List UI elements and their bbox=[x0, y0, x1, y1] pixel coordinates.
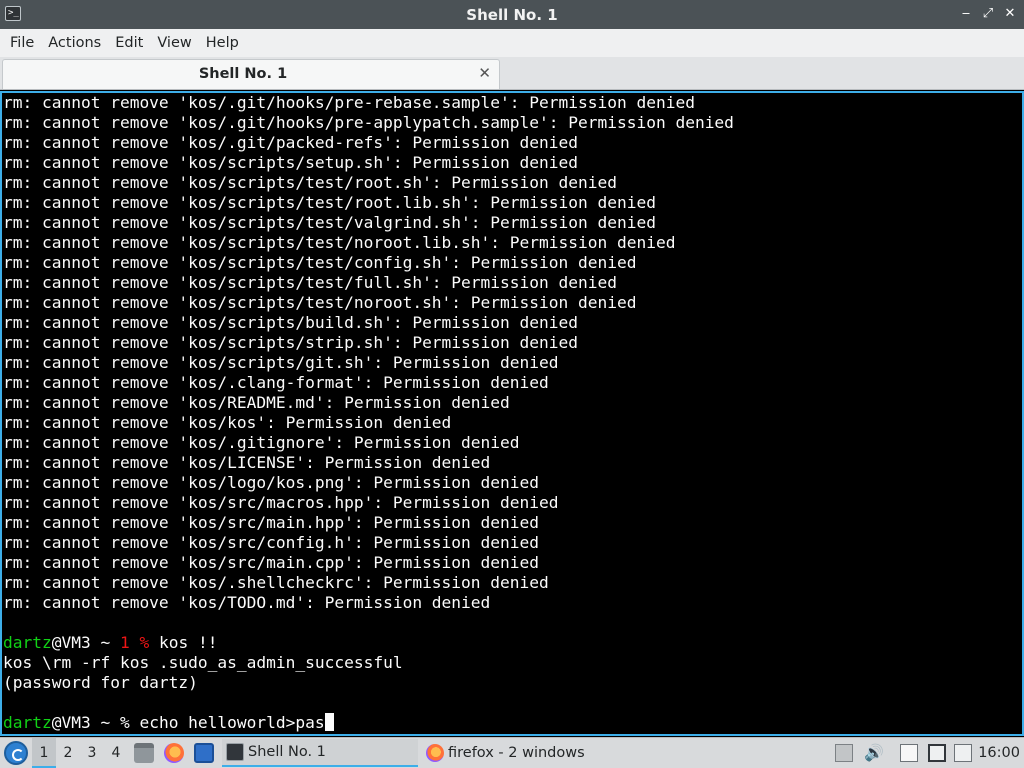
terminal-line: rm: cannot remove 'kos/src/main.cpp': Pe… bbox=[3, 553, 540, 572]
terminal-line: rm: cannot remove 'kos/scripts/test/noro… bbox=[3, 293, 637, 312]
terminal-icon bbox=[226, 743, 244, 761]
terminal-line: rm: cannot remove 'kos/.git/packed-refs'… bbox=[3, 133, 578, 152]
terminal-line: rm: cannot remove 'kos/scripts/test/conf… bbox=[3, 253, 637, 272]
terminal-line: rm: cannot remove 'kos/.git/hooks/pre-ap… bbox=[3, 113, 734, 132]
prompt-user: dartz bbox=[3, 713, 52, 732]
terminal-line: rm: cannot remove 'kos/.clang-format': P… bbox=[3, 373, 549, 392]
minimize-button[interactable]: ‒ bbox=[958, 4, 974, 24]
tab-bar: Shell No. 1 ✕ bbox=[0, 57, 1024, 90]
prompt-line-2[interactable]: dartz@VM3 ~ % echo helloworld>pas bbox=[2, 713, 1022, 733]
desktop-4-button[interactable]: 4 bbox=[104, 738, 128, 768]
terminal-line: rm: cannot remove 'kos/TODO.md': Permiss… bbox=[3, 593, 491, 612]
terminal-line: rm: cannot remove 'kos/LICENSE': Permiss… bbox=[3, 453, 491, 472]
prompt-status: 1 % bbox=[119, 633, 150, 652]
tab-label: Shell No. 1 bbox=[198, 66, 288, 82]
volume-icon[interactable]: 🔊 bbox=[864, 744, 884, 762]
task-shell-no-1[interactable]: Shell No. 1 bbox=[222, 739, 418, 767]
terminal-line: rm: cannot remove 'kos/.shellcheckrc': P… bbox=[3, 573, 549, 592]
terminal-line: rm: cannot remove 'kos/scripts/build.sh'… bbox=[3, 313, 578, 332]
show-desktop-icon[interactable] bbox=[194, 743, 214, 763]
menu-help[interactable]: Help bbox=[199, 29, 246, 57]
firefox-icon bbox=[426, 744, 444, 762]
terminal-line: rm: cannot remove 'kos/scripts/test/valg… bbox=[3, 213, 656, 232]
current-command-input[interactable]: echo helloworld>pas bbox=[139, 713, 324, 732]
maximize-button[interactable]: ⤢ bbox=[980, 4, 996, 24]
prompt-host: @VM3 ~ bbox=[51, 633, 120, 652]
taskbar: 1 2 3 4 Shell No. 1 firefox - 2 windows … bbox=[0, 737, 1024, 768]
terminal-line: rm: cannot remove 'kos/scripts/test/noro… bbox=[3, 233, 676, 252]
terminal-line: rm: cannot remove 'kos/src/macros.hpp': … bbox=[3, 493, 559, 512]
close-button[interactable]: ✕ bbox=[1002, 4, 1018, 24]
clipboard-icon[interactable] bbox=[900, 744, 918, 762]
tab-shell-1[interactable]: Shell No. 1 ✕ bbox=[2, 59, 500, 89]
terminal-line: rm: cannot remove 'kos/scripts/strip.sh'… bbox=[3, 333, 578, 352]
terminal-line: rm: cannot remove 'kos/src/main.hpp': Pe… bbox=[3, 513, 540, 532]
prompt-user: dartz bbox=[3, 633, 52, 652]
menu-bar: File Actions Edit View Help bbox=[0, 29, 1024, 57]
terminal-line: rm: cannot remove 'kos/scripts/setup.sh'… bbox=[3, 153, 578, 172]
text-cursor bbox=[324, 713, 334, 731]
firefox-icon[interactable] bbox=[164, 743, 184, 763]
menu-file[interactable]: File bbox=[3, 29, 41, 57]
menu-actions[interactable]: Actions bbox=[41, 29, 108, 57]
close-tab-icon[interactable]: ✕ bbox=[478, 64, 491, 82]
terminal-line: rm: cannot remove 'kos/README.md': Permi… bbox=[3, 393, 510, 412]
terminal-line: rm: cannot remove 'kos/logo/kos.png': Pe… bbox=[3, 473, 540, 492]
terminal-line: rm: cannot remove 'kos/src/config.h': Pe… bbox=[3, 533, 540, 552]
output-line: (password for dartz) bbox=[3, 673, 198, 692]
terminal-output[interactable]: rm: cannot remove 'kos/.git/hooks/pre-re… bbox=[0, 91, 1024, 736]
window-title: Shell No. 1 bbox=[466, 6, 558, 24]
task-firefox[interactable]: firefox - 2 windows bbox=[422, 739, 618, 767]
menu-edit[interactable]: Edit bbox=[108, 29, 150, 57]
terminal-line: rm: cannot remove 'kos/scripts/git.sh': … bbox=[3, 353, 559, 372]
display-icon[interactable] bbox=[928, 744, 946, 762]
desktop-1-button[interactable]: 1 bbox=[32, 738, 56, 768]
prompt-command: kos !! bbox=[149, 633, 218, 652]
desktop-2-button[interactable]: 2 bbox=[56, 738, 80, 768]
task-label: Shell No. 1 bbox=[248, 744, 326, 760]
output-line: kos \rm -rf kos .sudo_as_admin_successfu… bbox=[3, 653, 403, 672]
terminal-line: rm: cannot remove 'kos/scripts/test/full… bbox=[3, 273, 617, 292]
prompt-line-1: dartz@VM3 ~ 1 % kos !! bbox=[2, 633, 1022, 653]
terminal-line: rm: cannot remove 'kos/.gitignore': Perm… bbox=[3, 433, 520, 452]
desktop-3-button[interactable]: 3 bbox=[80, 738, 104, 768]
task-label: firefox - 2 windows bbox=[448, 745, 585, 761]
network-icon[interactable] bbox=[954, 744, 972, 762]
terminal-line: rm: cannot remove 'kos/kos': Permission … bbox=[3, 413, 452, 432]
window-titlebar[interactable]: >_ Shell No. 1 ‒ ⤢ ✕ bbox=[0, 0, 1024, 29]
clock[interactable]: 16:00 bbox=[978, 738, 1020, 768]
app-launcher-icon[interactable] bbox=[4, 741, 28, 765]
notification-icon[interactable] bbox=[835, 744, 853, 762]
terminal-line: rm: cannot remove 'kos/scripts/test/root… bbox=[3, 173, 617, 192]
menu-view[interactable]: View bbox=[150, 29, 198, 57]
terminal-line: rm: cannot remove 'kos/scripts/test/root… bbox=[3, 193, 656, 212]
terminal-line: rm: cannot remove 'kos/.git/hooks/pre-re… bbox=[3, 93, 695, 112]
file-manager-icon[interactable] bbox=[134, 743, 154, 763]
prompt-host: @VM3 ~ % bbox=[51, 713, 140, 732]
